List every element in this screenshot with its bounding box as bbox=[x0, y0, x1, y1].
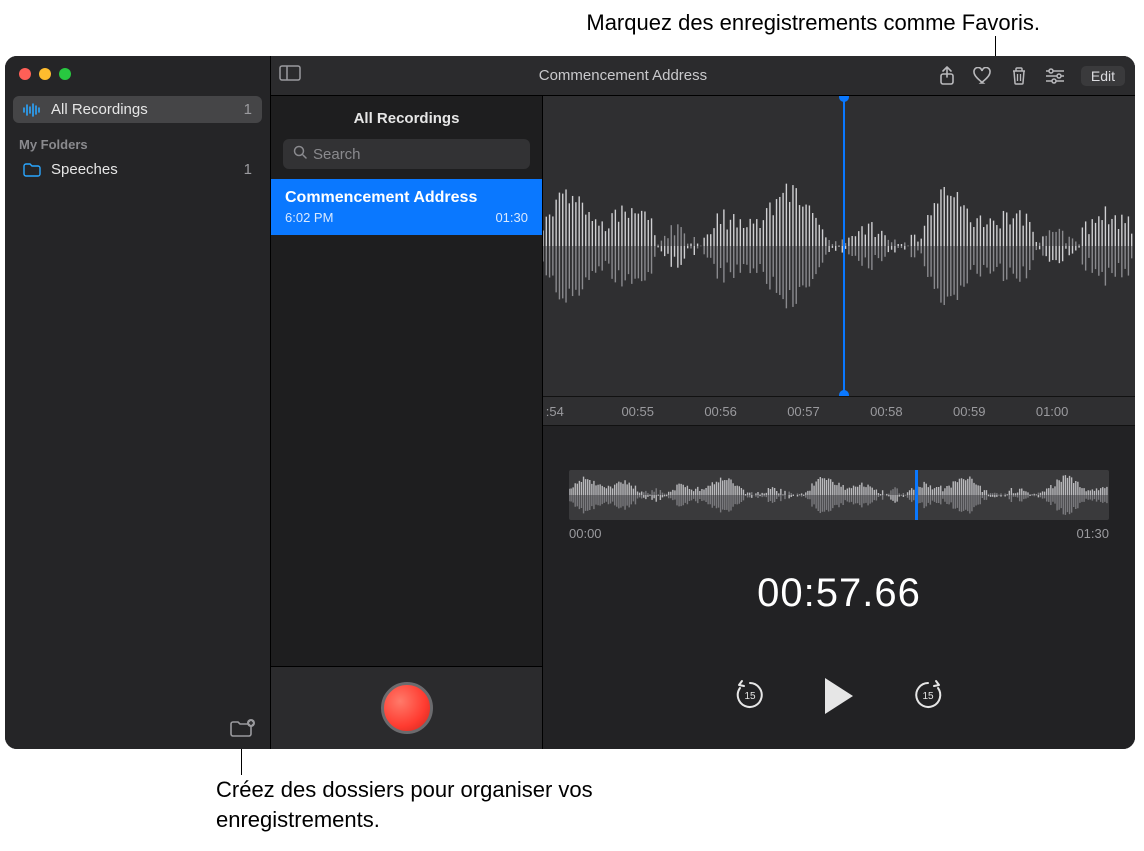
overview-end-label: 01:30 bbox=[1076, 526, 1109, 541]
svg-text:15: 15 bbox=[922, 691, 934, 702]
waveform-detail[interactable] bbox=[543, 96, 1135, 396]
sidebar-item-all-recordings[interactable]: All Recordings 1 bbox=[13, 96, 262, 123]
toggle-sidebar-button[interactable] bbox=[279, 65, 301, 86]
sidebar-item-label: All Recordings bbox=[51, 101, 148, 118]
timeline-ruler[interactable]: :54 00:55 00:56 00:57 00:58 00:59 01:00 bbox=[543, 396, 1135, 426]
titlebar: Commencement Address bbox=[271, 56, 1135, 96]
callout-favorites: Marquez des enregistrements comme Favori… bbox=[400, 8, 1040, 38]
callout-leader bbox=[241, 745, 242, 775]
record-footer bbox=[271, 666, 542, 749]
timeline-tick: 00:58 bbox=[870, 404, 903, 419]
callout-folders: Créez des dossiers pour organiser vos en… bbox=[216, 775, 646, 834]
playhead[interactable] bbox=[843, 96, 845, 396]
folder-icon bbox=[23, 163, 41, 177]
sidebar-item-count: 1 bbox=[244, 161, 252, 178]
search-placeholder: Search bbox=[313, 146, 361, 163]
timeline-tick: 00:55 bbox=[621, 404, 654, 419]
timeline-tick: 00:56 bbox=[704, 404, 737, 419]
recording-title: Commencement Address bbox=[285, 189, 528, 207]
main-content: :54 00:55 00:56 00:57 00:58 00:59 01:00 … bbox=[543, 56, 1135, 749]
skip-back-button[interactable]: 15 bbox=[733, 677, 767, 716]
timeline-tick: :54 bbox=[546, 404, 564, 419]
sidebar-item-count: 1 bbox=[244, 101, 252, 118]
recording-item[interactable]: Commencement Address 6:02 PM 01:30 bbox=[271, 179, 542, 235]
sidebar: All Recordings 1 My Folders Speeches 1 bbox=[5, 56, 271, 749]
window-title: Commencement Address bbox=[309, 67, 937, 84]
record-button[interactable] bbox=[381, 682, 433, 734]
recording-duration: 01:30 bbox=[495, 210, 528, 225]
playback-controls: 15 15 bbox=[543, 676, 1135, 716]
skip-forward-button[interactable]: 15 bbox=[911, 677, 945, 716]
edit-button[interactable]: Edit bbox=[1081, 66, 1125, 86]
timeline-tick: 00:57 bbox=[787, 404, 820, 419]
new-folder-button[interactable] bbox=[230, 719, 256, 739]
sidebar-item-label: Speeches bbox=[51, 161, 118, 178]
waveform-overview[interactable] bbox=[569, 470, 1109, 520]
list-title: All Recordings bbox=[271, 96, 542, 135]
timeline-tick: 00:59 bbox=[953, 404, 986, 419]
sidebar-section-heading: My Folders bbox=[5, 123, 270, 156]
favorite-button[interactable] bbox=[973, 66, 993, 86]
minimize-window-button[interactable] bbox=[39, 68, 51, 80]
playback-time: 00:57.66 bbox=[543, 571, 1135, 616]
waveform-icon bbox=[23, 103, 41, 117]
recordings-list: All Recordings Search Commencement Addre… bbox=[271, 56, 543, 749]
timeline-tick: 01:00 bbox=[1036, 404, 1069, 419]
play-button[interactable] bbox=[821, 676, 857, 716]
settings-button[interactable] bbox=[1045, 66, 1065, 86]
share-button[interactable] bbox=[937, 66, 957, 86]
zoom-window-button[interactable] bbox=[59, 68, 71, 80]
app-window: All Recordings 1 My Folders Speeches 1 bbox=[5, 56, 1135, 749]
svg-text:15: 15 bbox=[744, 691, 756, 702]
search-icon bbox=[293, 145, 307, 163]
search-input[interactable]: Search bbox=[283, 139, 530, 169]
sidebar-item-speeches[interactable]: Speeches 1 bbox=[13, 156, 262, 183]
window-controls bbox=[5, 56, 270, 80]
close-window-button[interactable] bbox=[19, 68, 31, 80]
overview-start-label: 00:00 bbox=[569, 526, 602, 541]
delete-button[interactable] bbox=[1009, 66, 1029, 86]
overview-playhead[interactable] bbox=[915, 470, 918, 520]
recording-time: 6:02 PM bbox=[285, 210, 333, 225]
